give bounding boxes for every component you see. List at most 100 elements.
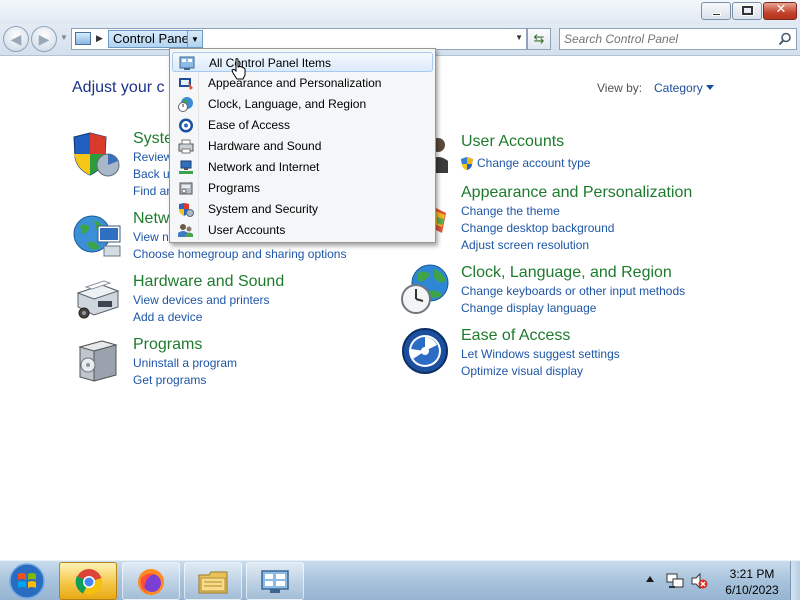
close-icon: ✕ [775, 2, 787, 17]
breadcrumb-control-panel[interactable]: Control Panel [108, 30, 197, 48]
category-link[interactable]: Change keyboards or other input methods [461, 284, 685, 298]
menu-item-label: System and Security [208, 202, 319, 216]
taskbar-control-panel[interactable] [246, 562, 304, 600]
chrome-icon [75, 569, 103, 596]
clock-globe-icon [178, 97, 193, 112]
control-panel-icon [261, 570, 289, 593]
menu-item-all-control-panel-items[interactable]: All Control Panel Items [172, 52, 433, 72]
category-title[interactable]: User Accounts [461, 133, 564, 151]
category-link[interactable]: Let Windows suggest settings [461, 347, 620, 361]
printer-icon[interactable] [72, 273, 124, 321]
category-title[interactable]: Appearance and Personalization [461, 184, 692, 202]
category-link[interactable]: Change display language [461, 301, 596, 315]
category-title[interactable]: Ease of Access [461, 327, 570, 345]
show-hidden-icons-button[interactable] [646, 576, 654, 582]
volume-muted-icon[interactable] [690, 572, 708, 590]
refresh-icon: ⇆ [533, 31, 545, 46]
forward-button[interactable]: ▶ [31, 26, 57, 52]
back-button[interactable]: ◀ [3, 26, 29, 52]
taskbar-chrome[interactable] [59, 562, 117, 600]
category-link[interactable]: Change desktop background [461, 221, 614, 235]
category-title[interactable]: Clock, Language, and Region [461, 264, 672, 282]
category-link[interactable]: Find an [133, 184, 173, 198]
category-title[interactable]: Programs [133, 336, 202, 354]
menu-item-label: Hardware and Sound [208, 139, 322, 153]
category-link[interactable]: Review [133, 150, 172, 164]
search-box[interactable] [559, 28, 797, 50]
shield-icon[interactable] [72, 129, 122, 179]
refresh-button[interactable]: ⇆ [527, 28, 551, 50]
control-panel-icon [179, 56, 195, 70]
category-link[interactable]: View devices and printers [133, 293, 270, 307]
start-button[interactable] [4, 562, 50, 600]
category-title[interactable]: Netw [133, 210, 169, 228]
category-link[interactable]: Choose homegroup and sharing options [133, 247, 346, 261]
category-link[interactable]: Uninstall a program [133, 356, 237, 370]
view-by-dropdown[interactable]: Category [654, 81, 703, 95]
close-button[interactable]: ✕ [763, 2, 797, 20]
minimize-icon [712, 13, 721, 16]
chevron-down-icon[interactable] [706, 85, 714, 90]
clock-globe-icon[interactable] [400, 263, 452, 315]
menu-item-system-security[interactable]: System and Security [172, 199, 433, 219]
menu-item-ease-of-access[interactable]: Ease of Access [172, 115, 433, 135]
category-link[interactable]: Change account type [477, 156, 590, 170]
category-link[interactable]: Get programs [133, 373, 206, 387]
maximize-button[interactable] [732, 2, 762, 20]
clock-date[interactable]: 6/10/2023 [712, 583, 792, 597]
appearance-icon [179, 78, 193, 90]
programs-box-icon[interactable] [74, 335, 122, 385]
maximize-icon [741, 5, 754, 16]
search-input[interactable] [564, 31, 774, 47]
menu-item-label: User Accounts [208, 223, 286, 237]
menu-item-programs[interactable]: Programs [172, 178, 433, 198]
page-title: Adjust your c [72, 79, 165, 96]
menu-item-label: Clock, Language, and Region [208, 97, 367, 111]
view-by-label: View by: [597, 81, 643, 95]
menu-item-hardware-sound[interactable]: Hardware and Sound [172, 136, 433, 156]
shield-icon [179, 203, 194, 217]
category-link[interactable]: Optimize visual display [461, 364, 583, 378]
chevron-down-icon: ▼ [191, 35, 199, 44]
network-icon [179, 160, 193, 174]
uac-shield-icon [461, 157, 473, 170]
programs-box-icon [179, 182, 193, 195]
category-title[interactable]: Hardware and Sound [133, 273, 284, 291]
recent-pages-dropdown-icon[interactable]: ▼ [60, 33, 68, 42]
category-link[interactable]: Change the theme [461, 204, 560, 218]
show-desktop-button[interactable] [790, 561, 800, 600]
breadcrumb-separator-icon[interactable]: ▶ [96, 33, 103, 44]
minimize-button[interactable] [701, 2, 731, 20]
ease-of-access-icon[interactable] [401, 327, 449, 375]
users-icon [178, 224, 193, 237]
menu-item-user-accounts[interactable]: User Accounts [172, 220, 433, 240]
arrow-left-icon: ◀ [10, 31, 22, 47]
ease-of-access-icon [179, 118, 193, 133]
title-bar: ✕ [0, 0, 800, 24]
menu-item-network-internet[interactable]: Network and Internet [172, 157, 433, 177]
menu-item-clock-language-region[interactable]: Clock, Language, and Region [172, 94, 433, 114]
taskbar: 3:21 PM 6/10/2023 [0, 560, 800, 600]
printer-icon [178, 139, 194, 154]
address-bar[interactable]: ▶ Control Panel ▼ ▼ [71, 28, 527, 50]
network-globe-icon[interactable] [72, 212, 124, 260]
address-history-dropdown-icon[interactable]: ▼ [515, 33, 523, 42]
firefox-icon [138, 569, 164, 595]
network-tray-icon[interactable] [666, 572, 684, 590]
control-panel-icon [75, 32, 91, 45]
category-title[interactable]: Syste [133, 130, 173, 148]
arrow-right-icon: ▶ [38, 31, 50, 47]
category-link[interactable]: Adjust screen resolution [461, 238, 589, 252]
search-icon[interactable] [778, 32, 792, 46]
menu-item-label: Network and Internet [208, 160, 320, 174]
mouse-cursor-hand-icon [231, 58, 246, 80]
taskbar-windows-explorer[interactable] [184, 562, 242, 600]
taskbar-firefox[interactable] [122, 562, 180, 600]
menu-item-label: Programs [208, 181, 261, 195]
category-link[interactable]: Back u [133, 167, 170, 181]
category-link[interactable]: Add a device [133, 310, 202, 324]
category-link[interactable]: View n [133, 230, 169, 244]
clock-time[interactable]: 3:21 PM [712, 567, 792, 581]
menu-item-appearance-personalization[interactable]: Appearance and Personalization [172, 73, 433, 93]
breadcrumb-dropdown-button[interactable]: ▼ [187, 30, 203, 48]
